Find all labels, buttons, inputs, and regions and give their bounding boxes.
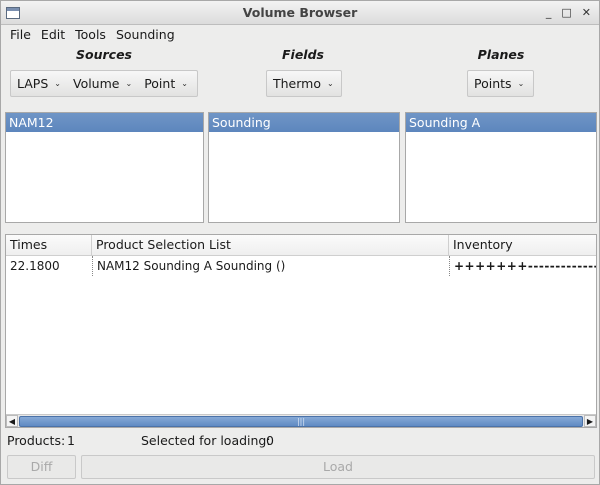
- menu-edit[interactable]: Edit: [36, 27, 70, 42]
- close-icon[interactable]: ✕: [582, 6, 591, 19]
- laps-menu-button[interactable]: LAPS ⌄: [11, 76, 67, 91]
- column-header-product[interactable]: Product Selection List: [92, 235, 449, 255]
- volume-menu-button[interactable]: Volume ⌄: [67, 76, 138, 91]
- cell-inventory: +++++++-------------------: [449, 256, 596, 276]
- fields-header: Fields: [282, 47, 324, 62]
- planes-menu-button[interactable]: Points ⌄: [467, 70, 534, 97]
- fields-list[interactable]: Sounding: [208, 112, 400, 223]
- diff-button[interactable]: Diff: [7, 455, 76, 479]
- laps-label: LAPS: [17, 76, 49, 91]
- sources-menu-bar: LAPS ⌄ Volume ⌄ Point ⌄: [10, 70, 198, 97]
- column-header-times[interactable]: Times: [6, 235, 92, 255]
- list-item-nam12[interactable]: NAM12: [6, 113, 203, 132]
- load-button[interactable]: Load: [81, 455, 595, 479]
- sources-header: Sources: [76, 47, 132, 62]
- selected-label: Selected for loading:: [141, 433, 271, 448]
- horizontal-scrollbar[interactable]: ◀ ||| ▶: [6, 414, 596, 427]
- products-count: 1: [67, 433, 75, 448]
- scroll-left-icon[interactable]: ◀: [6, 415, 18, 427]
- planes-list[interactable]: Sounding A: [405, 112, 597, 223]
- cell-time: 22.1800: [10, 259, 60, 273]
- chevron-down-icon: ⌄: [181, 79, 188, 88]
- menu-tools[interactable]: Tools: [70, 27, 111, 42]
- title-bar: Volume Browser _ □ ✕: [1, 1, 599, 25]
- volume-label: Volume: [72, 76, 120, 91]
- volume-browser-window: Volume Browser _ □ ✕ File Edit Tools Sou…: [0, 0, 600, 485]
- points-label: Points: [474, 76, 512, 91]
- menu-file[interactable]: File: [5, 27, 36, 42]
- list-item-sounding-a[interactable]: Sounding A: [406, 113, 596, 132]
- chevron-down-icon: ⌄: [54, 79, 61, 88]
- maximize-icon[interactable]: □: [561, 6, 571, 19]
- scroll-thumb[interactable]: |||: [19, 415, 583, 427]
- selected-count: 0: [266, 433, 274, 448]
- sources-list[interactable]: NAM12: [5, 112, 204, 223]
- table-header: Times Product Selection List Inventory: [6, 235, 596, 256]
- minimize-icon[interactable]: _: [546, 6, 552, 19]
- cell-product: NAM12 Sounding A Sounding (): [92, 256, 449, 276]
- fields-menu-button[interactable]: Thermo ⌄: [266, 70, 342, 97]
- window-title: Volume Browser: [242, 5, 358, 20]
- scroll-track[interactable]: |||: [19, 415, 583, 427]
- point-label: Point: [144, 76, 176, 91]
- point-menu-button[interactable]: Point ⌄: [138, 76, 194, 91]
- menu-sounding[interactable]: Sounding: [111, 27, 180, 42]
- scroll-right-icon[interactable]: ▶: [584, 415, 596, 427]
- thermo-label: Thermo: [273, 76, 321, 91]
- table-row[interactable]: 22.1800 NAM12 Sounding A Sounding () +++…: [6, 256, 596, 276]
- column-header-inventory[interactable]: Inventory: [449, 235, 596, 255]
- product-selection-table[interactable]: Times Product Selection List Inventory 2…: [5, 234, 597, 428]
- planes-header: Planes: [477, 47, 525, 62]
- products-label: Products:: [7, 433, 66, 448]
- list-item-sounding[interactable]: Sounding: [209, 113, 399, 132]
- chevron-down-icon: ⌄: [327, 79, 334, 88]
- app-window-icon: [6, 6, 20, 19]
- chevron-down-icon: ⌄: [517, 79, 525, 88]
- menu-bar: File Edit Tools Sounding: [1, 25, 599, 44]
- chevron-down-icon: ⌄: [125, 79, 133, 88]
- section-headers: Sources Fields Planes: [1, 47, 600, 63]
